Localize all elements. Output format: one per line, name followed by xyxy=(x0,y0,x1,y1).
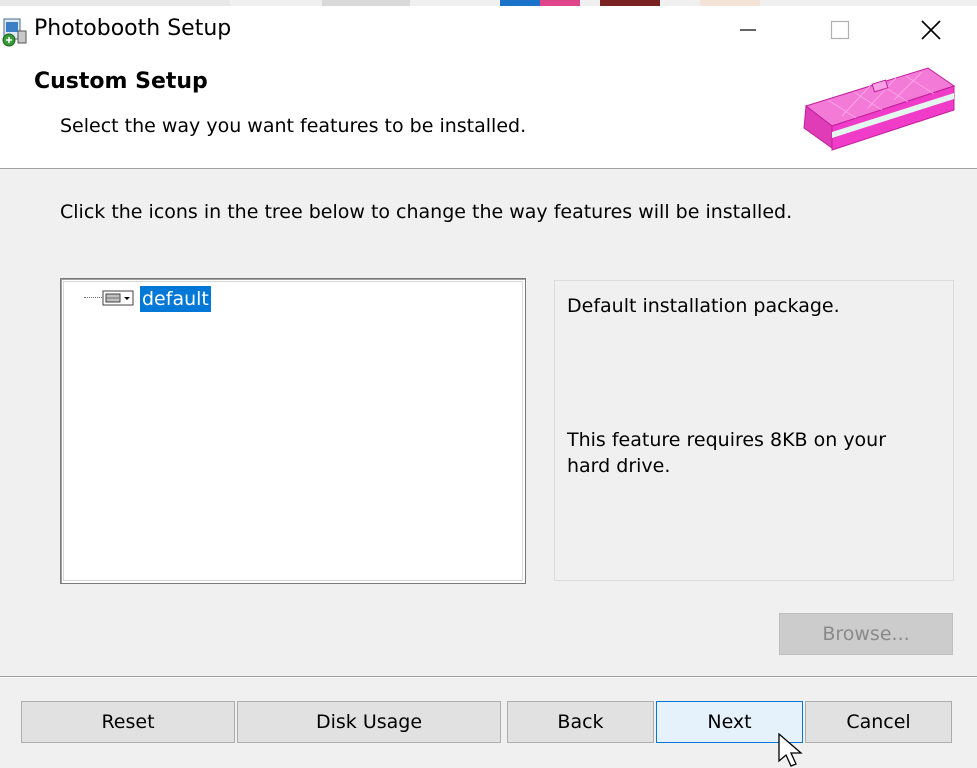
tree-item-default[interactable]: default xyxy=(140,286,211,312)
back-button[interactable]: Back xyxy=(507,701,654,743)
page-subtitle: Select the way you want features to be i… xyxy=(60,115,527,137)
minimize-button[interactable] xyxy=(702,6,794,54)
setup-header: Custom Setup Select the way you want fea… xyxy=(0,54,977,169)
cancel-button[interactable]: Cancel xyxy=(805,701,952,743)
feature-description-panel: Default installation package. This featu… xyxy=(554,280,954,581)
installer-icon xyxy=(0,17,30,47)
title-bar: Photobooth Setup xyxy=(0,6,977,54)
disk-usage-button[interactable]: Disk Usage xyxy=(237,701,501,743)
maximize-button[interactable] xyxy=(794,6,886,54)
window-title: Photobooth Setup xyxy=(34,16,232,41)
close-button[interactable] xyxy=(885,6,977,54)
mouse-cursor-icon xyxy=(777,732,807,768)
feature-size-requirement: This feature requires 8KB on your hard d… xyxy=(567,429,887,477)
minimize-icon xyxy=(740,29,756,31)
hard-drive-feature-icon[interactable] xyxy=(102,290,136,306)
tree-connector xyxy=(84,297,104,298)
instructions-text: Click the icons in the tree below to cha… xyxy=(60,201,793,223)
feature-description: Default installation package. xyxy=(567,295,840,317)
browse-button[interactable]: Browse... xyxy=(779,613,953,655)
pink-package-icon xyxy=(798,66,958,160)
footer-separator xyxy=(0,676,977,678)
feature-tree[interactable]: default xyxy=(60,278,526,584)
maximize-icon xyxy=(830,20,850,40)
page-title: Custom Setup xyxy=(34,69,208,94)
reset-button[interactable]: Reset xyxy=(21,701,235,743)
close-icon xyxy=(921,20,941,40)
